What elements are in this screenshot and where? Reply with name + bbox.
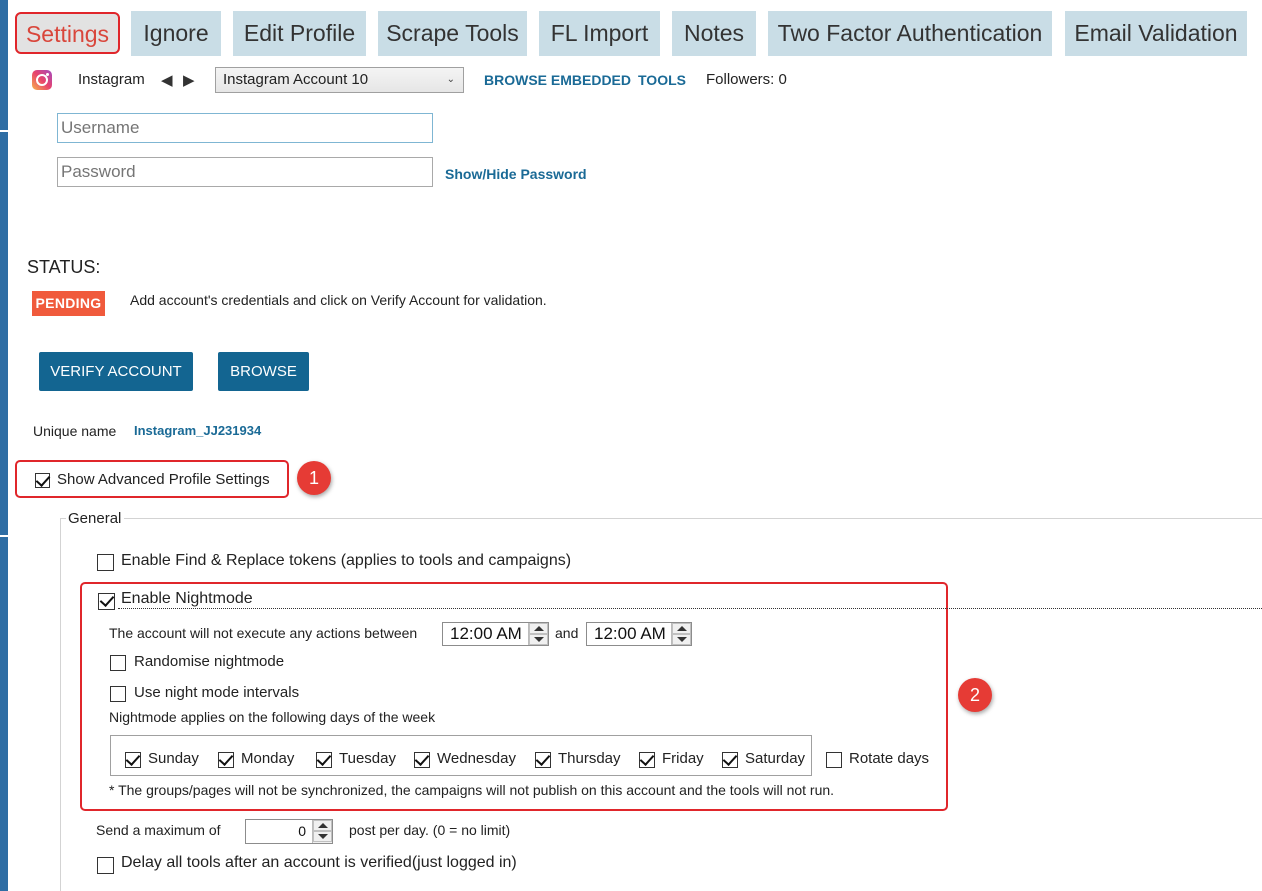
spin-down-icon[interactable]	[313, 831, 332, 842]
max-send-prefix: Send a maximum of	[96, 822, 221, 838]
network-label: Instagram	[78, 71, 145, 88]
nightmode-start-time[interactable]: 12:00 AM	[442, 622, 549, 646]
chevron-down-icon: ⌄	[446, 74, 455, 85]
nightmode-days-text: Nightmode applies on the following days …	[109, 709, 436, 725]
tab-fl-import[interactable]: FL Import	[539, 11, 660, 56]
account-select[interactable]: Instagram Account 10 ⌄	[215, 67, 464, 93]
tab-email-validation[interactable]: Email Validation	[1065, 11, 1247, 56]
day-wednesday-checkbox[interactable]	[414, 750, 430, 768]
tab-settings[interactable]: Settings	[15, 12, 120, 54]
nightmode-start-value: 12:00 AM	[450, 624, 522, 643]
fieldset-border-top-right	[124, 518, 1262, 519]
step-marker-1: 1	[297, 461, 331, 495]
browse-embedded-link[interactable]: BROWSE EMBEDDED	[484, 72, 631, 88]
end-time-spinner[interactable]	[671, 623, 691, 645]
fieldset-border-left	[60, 518, 61, 891]
day-monday-checkbox[interactable]	[218, 750, 234, 768]
unique-name-value: Instagram_JJ231934	[134, 423, 262, 438]
account-select-value: Instagram Account 10	[223, 71, 369, 88]
start-time-spinner[interactable]	[528, 623, 548, 645]
instagram-icon	[32, 70, 52, 90]
tools-link[interactable]: TOOLS	[638, 72, 686, 88]
nightmode-focus-line	[118, 608, 1262, 609]
max-send-value: 0	[298, 823, 306, 839]
randomise-nightmode-label: Randomise nightmode	[134, 653, 285, 670]
delay-tools-label: Delay all tools after an account is veri…	[121, 854, 517, 871]
nightmode-note: * The groups/pages will not be synchroni…	[109, 782, 835, 798]
day-saturday-checkbox[interactable]	[722, 750, 738, 768]
tab-scrape-tools[interactable]: Scrape Tools	[378, 11, 527, 56]
max-send-stepper[interactable]: 0	[245, 819, 333, 844]
day-sunday-label: Sunday	[148, 750, 199, 767]
day-friday-label: Friday	[662, 750, 704, 767]
show-advanced-settings-checkbox[interactable]	[35, 471, 51, 488]
delay-tools-checkbox[interactable]	[97, 857, 114, 874]
username-input[interactable]	[57, 113, 433, 143]
day-thursday-checkbox[interactable]	[535, 750, 551, 768]
day-tuesday-checkbox[interactable]	[316, 750, 332, 768]
day-sunday-checkbox[interactable]	[125, 750, 141, 768]
status-badge: PENDING	[32, 291, 105, 316]
previous-account-arrow-icon[interactable]: ◀	[161, 71, 173, 89]
verify-account-button[interactable]: VERIFY ACCOUNT	[39, 352, 193, 391]
general-legend: General	[68, 510, 122, 527]
rotate-days-label: Rotate days	[849, 750, 930, 767]
nightmode-between-text: The account will not execute any actions…	[109, 625, 418, 641]
step-marker-2: 2	[958, 678, 992, 712]
max-send-spinner[interactable]	[312, 820, 332, 843]
spin-down-icon[interactable]	[529, 634, 548, 645]
next-account-arrow-icon[interactable]: ▶	[183, 71, 195, 89]
status-message: Add account's credentials and click on V…	[130, 292, 547, 308]
day-thursday-label: Thursday	[558, 750, 621, 767]
browse-button[interactable]: BROWSE	[218, 352, 309, 391]
tab-ignore[interactable]: Ignore	[131, 11, 221, 56]
nightmode-end-time[interactable]: 12:00 AM	[586, 622, 692, 646]
find-replace-label: Enable Find & Replace tokens (applies to…	[121, 552, 572, 569]
day-wednesday-label: Wednesday	[437, 750, 516, 767]
nightmode-end-value: 12:00 AM	[594, 624, 666, 643]
show-advanced-settings-label: Show Advanced Profile Settings	[57, 471, 270, 488]
spin-up-icon[interactable]	[313, 820, 332, 831]
status-heading: STATUS:	[27, 257, 101, 277]
night-mode-intervals-checkbox[interactable]	[110, 686, 126, 702]
spin-up-icon[interactable]	[529, 623, 548, 634]
night-mode-intervals-label: Use night mode intervals	[134, 684, 300, 701]
tab-two-factor-authentication[interactable]: Two Factor Authentication	[768, 11, 1052, 56]
rotate-days-checkbox[interactable]	[826, 752, 842, 768]
enable-nightmode-checkbox[interactable]	[98, 591, 115, 610]
tab-edit-profile[interactable]: Edit Profile	[233, 11, 366, 56]
left-edge-strip	[0, 0, 8, 891]
day-monday-label: Monday	[241, 750, 295, 767]
followers-count: Followers: 0	[706, 71, 787, 88]
unique-name-label: Unique name	[33, 423, 117, 439]
find-replace-checkbox[interactable]	[97, 554, 114, 571]
spin-up-icon[interactable]	[672, 623, 691, 634]
spin-down-icon[interactable]	[672, 634, 691, 645]
and-text: and	[555, 625, 579, 641]
max-send-suffix: post per day. (0 = no limit)	[349, 822, 511, 838]
enable-nightmode-label: Enable Nightmode	[121, 590, 253, 607]
randomise-nightmode-checkbox[interactable]	[110, 655, 126, 671]
day-tuesday-label: Tuesday	[339, 750, 396, 767]
tab-notes[interactable]: Notes	[672, 11, 756, 56]
show-hide-password-link[interactable]: Show/Hide Password	[445, 166, 587, 182]
day-saturday-label: Saturday	[745, 750, 806, 767]
day-friday-checkbox[interactable]	[639, 750, 655, 768]
password-input[interactable]	[57, 157, 433, 187]
